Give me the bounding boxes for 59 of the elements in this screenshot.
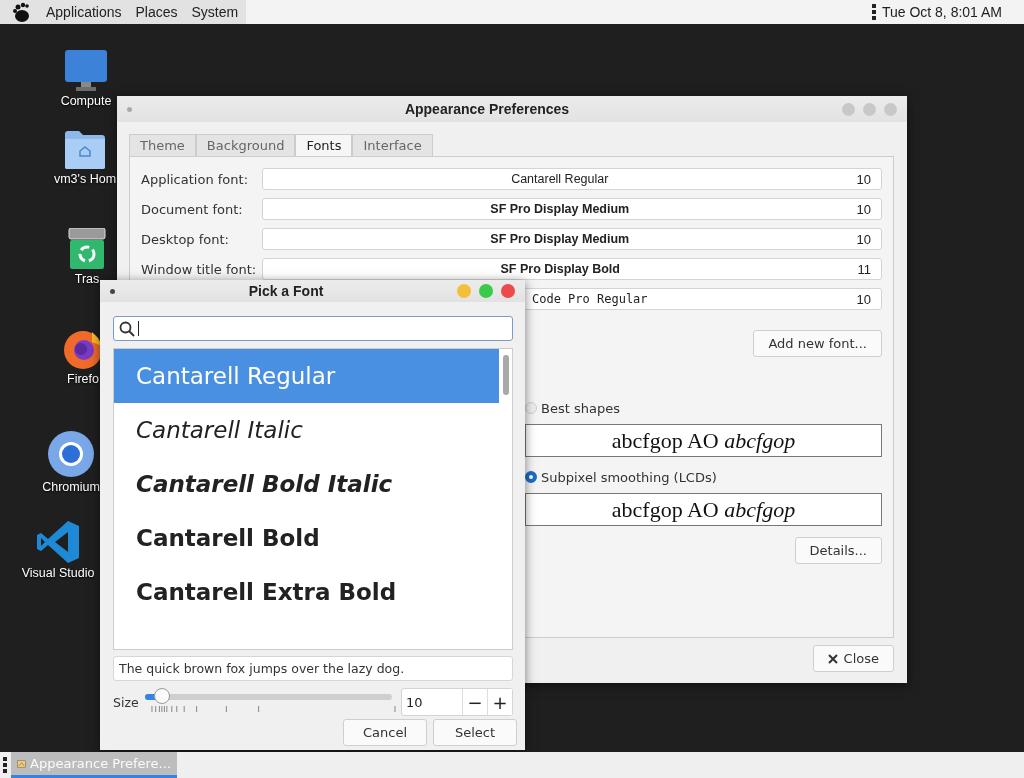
add-font-button[interactable]: Add new font... [753, 330, 882, 357]
font-label: Desktop font: [141, 231, 230, 247]
tab[interactable]: Interface [352, 134, 433, 156]
font-preview: abcfgop AO abcfgop [611, 496, 796, 523]
font-button[interactable]: SF Pro Display Medium 10 [262, 228, 882, 250]
trash-icon[interactable] [68, 228, 106, 270]
size-label: Size [113, 694, 139, 710]
window-title: Appearance Preferences [404, 101, 570, 117]
tab[interactable]: Fonts [295, 134, 353, 156]
radio-label[interactable]: Subpixel smoothing (LCDs) [541, 469, 717, 485]
radio-label[interactable]: Best shapes [541, 400, 620, 416]
close-icon [827, 653, 838, 664]
vscode-icon[interactable] [36, 520, 80, 564]
clock[interactable]: Tue Oct 8, 8:01 AM [881, 4, 1002, 20]
gnome-foot-icon[interactable] [12, 1, 32, 23]
tab[interactable]: Background [195, 134, 296, 156]
dialog-button[interactable]: Select [433, 719, 517, 746]
font-preview: abcfgop AO abcfgop [611, 427, 796, 454]
font-button[interactable]: SF Pro Display Medium 10 [262, 198, 882, 220]
font-label: Application font: [141, 171, 249, 187]
close-window-button[interactable]: Close [812, 645, 894, 672]
search-field[interactable] [113, 316, 513, 341]
scrollbar-thumb[interactable] [502, 355, 509, 395]
window-menu-dot-icon[interactable] [127, 106, 132, 112]
chromium-icon[interactable] [47, 430, 95, 478]
monitor-icon[interactable] [64, 50, 108, 92]
window-menu-dot-icon[interactable] [110, 288, 115, 294]
size-slider[interactable] [144, 694, 392, 700]
details-button[interactable]: Details... [794, 537, 882, 564]
home-folder-icon[interactable] [64, 130, 106, 170]
panel-menu[interactable]: Places [135, 4, 178, 20]
desktop-icon-label[interactable]: Tras [74, 272, 100, 286]
desktop-icon-label[interactable]: Firefo [67, 372, 99, 386]
desktop-icon-label[interactable]: Visual Studio [21, 566, 95, 580]
desktop-icon-label[interactable]: Compute [60, 94, 112, 108]
panel-menu[interactable]: Applications [46, 4, 122, 20]
font-label: Document font: [141, 201, 244, 217]
handle-dots-icon[interactable] [3, 757, 7, 773]
close-button[interactable] [501, 284, 515, 298]
desktop-icon-label[interactable]: vm3's Hom [53, 172, 117, 186]
dialog-button[interactable]: Cancel [343, 719, 427, 746]
desktop-icon-label[interactable]: Chromium [42, 480, 100, 494]
increment-button[interactable]: + [487, 689, 512, 715]
font-list-item[interactable]: Cantarell Bold Italic [114, 457, 499, 511]
panel-menu[interactable]: System [191, 4, 239, 20]
font-list-item[interactable]: Cantarell Italic [114, 403, 499, 457]
font-button[interactable]: SF Pro Display Bold 11 [262, 258, 882, 280]
maximize-button[interactable] [479, 284, 493, 298]
slider-handle[interactable] [154, 688, 170, 704]
preview-text-field[interactable]: The quick brown fox jumps over the lazy dog. [113, 656, 513, 681]
tab[interactable]: Theme [129, 134, 196, 156]
font-list-item[interactable]: Cantarell Extra Bold [114, 565, 499, 619]
font-button[interactable]: Cantarell Regular 10 [262, 168, 882, 190]
font-label: Window title font: [141, 261, 258, 277]
radio-button[interactable] [525, 471, 537, 483]
size-spin-field[interactable]: 10 − + [401, 688, 513, 716]
more-dots-icon[interactable] [871, 4, 876, 20]
font-list-item[interactable]: Cantarell Bold [114, 511, 499, 565]
search-icon [119, 320, 135, 337]
